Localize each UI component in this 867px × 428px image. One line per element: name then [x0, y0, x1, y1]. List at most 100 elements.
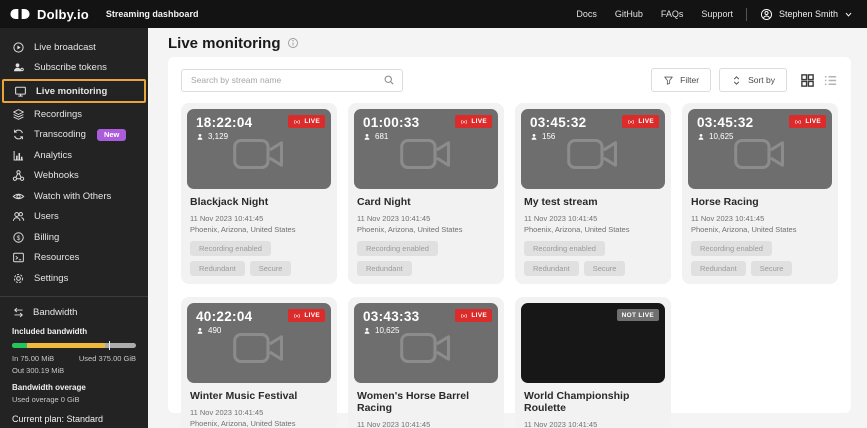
camera-icon — [566, 134, 620, 174]
stream-thumbnail: 01:00:33681LIVE — [354, 109, 498, 189]
tag-recording-enabled: Recording enabled — [357, 241, 438, 256]
bandwidth-bar — [12, 341, 136, 350]
stream-card-world-championship-roulette[interactable]: NOT LIVEWorld Championship Roulette11 No… — [515, 297, 671, 428]
sidebar-item-users[interactable]: Users — [0, 207, 148, 228]
viewer-icon — [530, 133, 538, 141]
stream-title: Women's Horse Barrel Racing — [357, 390, 495, 414]
live-badge-label: LIVE — [471, 118, 487, 125]
live-badge: LIVE — [288, 115, 325, 128]
topbar: Dolby.io Streaming dashboard DocsGitHubF… — [0, 0, 867, 28]
live-badge-label: LIVE — [638, 118, 654, 125]
billing-icon — [12, 231, 25, 244]
stream-date: 11 Nov 2023 10:41:45 — [357, 214, 495, 223]
list-view-icon[interactable] — [823, 73, 838, 88]
tag-recording-enabled: Recording enabled — [524, 241, 605, 256]
sidebar-item-resources[interactable]: Resources — [0, 248, 148, 269]
stream-date: 11 Nov 2023 10:41:45 — [190, 408, 328, 417]
live-badge: LIVE — [455, 309, 492, 322]
sort-button[interactable]: Sort by — [719, 68, 787, 92]
controls-right: Filter Sort by — [651, 68, 838, 92]
sidebar-item-subscribe-tokens[interactable]: Subscribe tokens — [0, 58, 148, 79]
sidebar-item-live-monitoring[interactable]: Live monitoring — [2, 79, 146, 103]
tag-secure: Secure — [584, 261, 626, 276]
search-input[interactable] — [181, 69, 403, 92]
tag-recording-enabled: Recording enabled — [190, 241, 271, 256]
bandwidth-overage-label: Bandwidth overage — [12, 383, 136, 392]
dolby-logo-icon — [10, 8, 30, 20]
stream-title: My test stream — [524, 196, 662, 208]
topbar-link-github[interactable]: GitHub — [615, 9, 643, 19]
stream-card-winter-music-festival[interactable]: 40:22:04490LIVE Winter Music Festival 11 N… — [181, 297, 337, 428]
search-box — [181, 69, 403, 92]
sidebar-item-label: Resources — [34, 252, 79, 263]
bandwidth-bar-green — [12, 343, 27, 348]
stream-thumbnail: NOT LIVE — [521, 303, 665, 383]
stream-card-blackjack-night[interactable]: 18:22:043,129LIVEBlackjack Night11 Nov 2… — [181, 103, 337, 284]
sidebar-item-label: Settings — [34, 273, 68, 284]
stream-thumbnail: 18:22:043,129LIVE — [187, 109, 331, 189]
broadcast-signal-icon — [293, 118, 301, 126]
sidebar-item-label: Live broadcast — [34, 42, 96, 53]
new-badge: New — [97, 129, 126, 141]
info-icon[interactable] — [287, 37, 299, 49]
stream-location: Phoenix, Arizona, United States — [190, 419, 328, 428]
user-menu[interactable]: Stephen Smith — [760, 8, 853, 21]
sidebar-item-transcoding[interactable]: TranscodingNew — [0, 125, 148, 146]
live-badge: LIVE — [455, 115, 492, 128]
not-live-badge-label: NOT LIVE — [622, 312, 654, 319]
stream-title: Winter Music Festival — [190, 390, 328, 402]
stream-title: Card Night — [357, 196, 495, 208]
sidebar-item-recordings[interactable]: Recordings — [0, 104, 148, 125]
sort-icon — [731, 75, 742, 86]
stream-thumbnail: 40:22:04490LIVE — [187, 303, 331, 383]
live-badge: LIVE — [622, 115, 659, 128]
search-icon[interactable] — [383, 74, 395, 86]
tag-secure: Secure — [250, 261, 292, 276]
topbar-link-docs[interactable]: Docs — [576, 9, 597, 19]
gear-icon — [12, 272, 25, 285]
viewer-count-value: 3,129 — [208, 132, 228, 141]
stream-title: World Championship Roulette — [524, 390, 662, 414]
stream-card-women-s-horse-barrel-racing[interactable]: 03:43:3310,625LIVEWomen's Horse Barrel R… — [348, 297, 504, 428]
topbar-divider — [746, 8, 747, 21]
sidebar-item-watch-with-others[interactable]: Watch with Others — [0, 186, 148, 207]
sidebar-item-billing[interactable]: Billing — [0, 227, 148, 248]
sidebar-item-label: Watch with Others — [34, 191, 111, 202]
sidebar-item-label: Live monitoring — [36, 86, 107, 97]
analytics-icon — [12, 149, 25, 162]
avatar-icon — [760, 8, 773, 21]
stream-tags: Recording enabledRedundantSecure — [190, 241, 328, 276]
tag-redundant: Redundant — [691, 261, 746, 276]
filter-button[interactable]: Filter — [651, 68, 711, 92]
camera-icon — [399, 328, 453, 368]
bandwidth-overage-value: Used overage 0 GiB — [12, 395, 136, 404]
main-content: Live monitoring Filter Sort by — [148, 28, 867, 428]
camera-icon — [733, 134, 787, 174]
tag-recording-enabled: Recording enabled — [691, 241, 772, 256]
stream-date: 11 Nov 2023 10:41:45 — [691, 214, 829, 223]
topbar-link-support[interactable]: Support — [701, 9, 733, 19]
tag-redundant: Redundant — [357, 261, 412, 276]
viewer-count-value: 681 — [375, 132, 388, 141]
filter-icon — [663, 75, 674, 86]
sidebar-item-analytics[interactable]: Analytics — [0, 145, 148, 166]
tag-redundant: Redundant — [524, 261, 579, 276]
stream-thumbnail: 03:45:3210,625LIVE — [688, 109, 832, 189]
stream-card-my-test-stream[interactable]: 03:45:32156LIVEMy test stream11 Nov 2023… — [515, 103, 671, 284]
monitor-icon — [14, 85, 27, 98]
stream-location: Phoenix, Arizona, United States — [190, 225, 328, 234]
sidebar-item-live-broadcast[interactable]: Live broadcast — [0, 37, 148, 58]
sidebar-item-settings[interactable]: Settings — [0, 268, 148, 289]
camera-icon — [399, 134, 453, 174]
layers-icon — [12, 108, 25, 121]
stream-card-horse-racing[interactable]: 03:45:3210,625LIVEHorse Racing11 Nov 202… — [682, 103, 838, 284]
sidebar-item-webhooks[interactable]: Webhooks — [0, 166, 148, 187]
topbar-link-faqs[interactable]: FAQs — [661, 9, 684, 19]
bandwidth-icon — [12, 306, 25, 319]
stream-card-card-night[interactable]: 01:00:33681LIVECard Night11 Nov 2023 10:… — [348, 103, 504, 284]
bandwidth-bar-tick — [109, 341, 111, 350]
sidebar-nav: Live broadcast Subscribe tokens Live monit… — [0, 28, 148, 289]
live-badge: LIVE — [288, 309, 325, 322]
broadcast-signal-icon — [794, 118, 802, 126]
grid-view-icon[interactable] — [800, 73, 815, 88]
